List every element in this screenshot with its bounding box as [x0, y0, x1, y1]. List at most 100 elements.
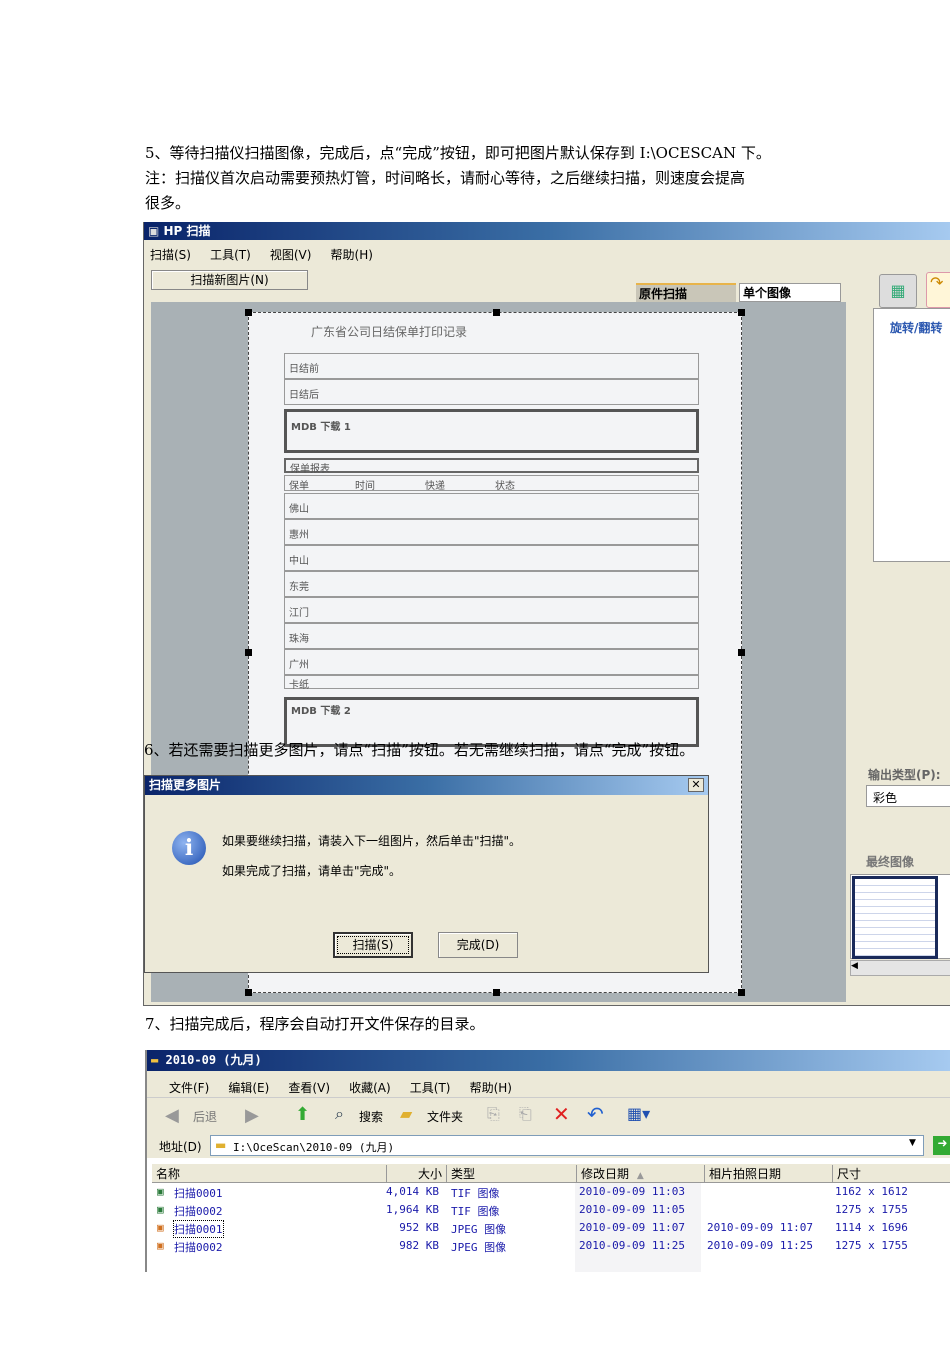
doc-row-label: 日结前 [289, 364, 319, 375]
step5-line3: 很多。 [145, 194, 191, 212]
explorer-menu-bar: 文件(F) 编辑(E) 查看(V) 收藏(A) 工具(T) 帮助(H) [147, 1071, 950, 1098]
crop-handle[interactable] [493, 989, 500, 996]
doc-city: 佛山 [289, 504, 309, 515]
search-icon[interactable]: ⌕ [335, 1104, 344, 1124]
crop-handle[interactable] [738, 989, 745, 996]
adjust-tab-icon[interactable]: ▦ [879, 274, 917, 308]
scanner-app-icon: ▣ [148, 224, 164, 238]
col-name[interactable]: 名称 [152, 1165, 387, 1182]
col-modified-label: 修改日期 [581, 1167, 630, 1181]
crop-handle[interactable] [493, 309, 500, 316]
forward-icon[interactable]: ▶ [245, 1105, 259, 1126]
file-row[interactable]: ▣ 扫描0002 982 KB JPEG 图像 2010-09-09 11:25… [157, 1237, 950, 1255]
go-icon[interactable]: ➜ [933, 1136, 950, 1155]
doc-col: 快递 [425, 481, 445, 492]
crop-handle[interactable] [245, 309, 252, 316]
explorer-title: 2010-09 (九月) [165, 1053, 262, 1067]
jpg-file-icon: ▣ [157, 1239, 164, 1252]
menu-help[interactable]: 帮助(H) [331, 248, 373, 262]
crop-handle[interactable] [245, 649, 252, 656]
folder-icon: ▬ [215, 1138, 227, 1152]
menu-tools[interactable]: 工具(T) [210, 248, 251, 262]
file-name[interactable]: 扫描0001 [173, 1220, 224, 1238]
tab-single-image[interactable]: 单个图像 [739, 283, 841, 302]
file-name[interactable]: 扫描0002 [174, 1239, 223, 1255]
menu-view[interactable]: 查看(V) [288, 1081, 330, 1095]
menu-view[interactable]: 视图(V) [270, 248, 312, 262]
doc-col: 保单 [289, 481, 309, 492]
back-icon[interactable]: ◀ [165, 1105, 179, 1126]
search-button[interactable]: 搜索 [359, 1108, 383, 1125]
close-icon[interactable]: ✕ [688, 778, 704, 792]
back-button[interactable]: 后退 [193, 1108, 217, 1125]
file-name[interactable]: 扫描0001 [174, 1185, 223, 1201]
dialog-title: 扫描更多图片 [149, 778, 222, 792]
file-size: 1,964 KB [386, 1203, 439, 1216]
document-title: 广东省公司日结保单打印记录 [311, 325, 468, 339]
address-dropdown-icon[interactable]: ▼ [909, 1138, 916, 1148]
rotate-tab-icon[interactable]: ↷ [926, 272, 950, 308]
rotate-flip-heading: 旋转/翻转 [890, 321, 943, 335]
delete-icon[interactable]: ✕ [553, 1102, 570, 1126]
file-type: TIF 图像 [451, 1205, 500, 1218]
undo-icon[interactable]: ↶ [587, 1102, 604, 1126]
file-dimensions: 1162 x 1612 [835, 1185, 908, 1198]
file-dimensions: 1114 x 1696 [835, 1221, 908, 1234]
scan-new-picture-button[interactable]: 扫描新图片(N) [151, 270, 308, 290]
output-type-label: 输出类型(P): [868, 768, 941, 782]
doc-col: 时间 [355, 481, 375, 492]
file-modified: 2010-09-09 11:05 [579, 1203, 685, 1216]
file-row[interactable]: ▣ 扫描0001 4,014 KB TIF 图像 2010-09-09 11:0… [157, 1183, 950, 1201]
crop-handle[interactable] [245, 989, 252, 996]
menu-favorites[interactable]: 收藏(A) [349, 1081, 391, 1095]
col-modified[interactable]: 修改日期 ▲ [577, 1165, 705, 1182]
crop-handle[interactable] [738, 649, 745, 656]
file-list-header: 名称 大小 类型 修改日期 ▲ 相片拍照日期 尺寸 [152, 1164, 950, 1183]
col-photo-date[interactable]: 相片拍照日期 [705, 1165, 833, 1182]
views-icon[interactable]: ▦▾ [627, 1104, 650, 1123]
tab-original-scan[interactable]: 原件扫描 [636, 283, 736, 302]
file-type: TIF 图像 [451, 1187, 500, 1200]
file-photo-date: 2010-09-09 11:07 [707, 1221, 813, 1234]
thumbnail-scrollbar[interactable]: ◀ [850, 960, 950, 976]
up-folder-icon[interactable]: ⬆ [295, 1104, 310, 1125]
file-row[interactable]: ▣ 扫描0001 952 KB JPEG 图像 2010-09-09 11:07… [157, 1219, 950, 1238]
file-dimensions: 1275 x 1755 [835, 1203, 908, 1216]
col-dimensions[interactable]: 尺寸 [833, 1165, 950, 1182]
menu-help[interactable]: 帮助(H) [470, 1081, 512, 1095]
doc-row-label: 日结后 [289, 390, 319, 401]
done-button[interactable]: 完成(D) [438, 932, 518, 958]
file-name[interactable]: 扫描0002 [174, 1203, 223, 1219]
title-bar: ▣ HP 扫描 [144, 222, 950, 240]
folder-icon: ▬ [151, 1053, 159, 1067]
file-photo-date: 2010-09-09 11:25 [707, 1239, 813, 1252]
folders-button[interactable]: 文件夹 [427, 1108, 463, 1125]
crop-handle[interactable] [738, 309, 745, 316]
menu-edit[interactable]: 编辑(E) [228, 1081, 269, 1095]
menu-file[interactable]: 文件(F) [169, 1081, 209, 1095]
scan-button[interactable]: 扫描(S) [333, 932, 413, 958]
menu-scan[interactable]: 扫描(S) [150, 248, 191, 262]
doc-city: 东莞 [289, 582, 309, 593]
output-type-select[interactable]: 彩色 [866, 785, 950, 807]
col-type[interactable]: 类型 [447, 1165, 577, 1182]
copy-to-icon[interactable]: ⎗ [519, 1104, 532, 1124]
file-row[interactable]: ▣ 扫描0002 1,964 KB TIF 图像 2010-09-09 11:0… [157, 1201, 950, 1219]
file-size: 982 KB [399, 1239, 439, 1252]
move-to-icon[interactable]: ⎘ [487, 1104, 500, 1124]
doc-row-label: 保单报表 [290, 464, 330, 475]
menu-tools[interactable]: 工具(T) [410, 1081, 451, 1095]
jpg-file-icon: ▣ [157, 1221, 164, 1234]
doc-city: 中山 [289, 556, 309, 567]
col-size[interactable]: 大小 [387, 1165, 447, 1182]
folders-icon[interactable]: ▰ [400, 1104, 412, 1123]
file-size: 4,014 KB [386, 1185, 439, 1198]
dialog-message-1: 如果要继续扫描，请装入下一组图片，然后单击"扫描"。 [222, 834, 522, 848]
scan-more-dialog: 扫描更多图片 ✕ i 如果要继续扫描，请装入下一组图片，然后单击"扫描"。 如果… [144, 775, 709, 973]
tif-file-icon: ▣ [157, 1203, 164, 1216]
scroll-left-icon[interactable]: ◀ [851, 961, 858, 971]
address-input[interactable]: I:\OceScan\2010-09 (九月) [210, 1135, 924, 1156]
final-image-thumbnail[interactable] [852, 876, 938, 959]
file-size: 952 KB [399, 1221, 439, 1234]
menu-bar: 扫描(S) 工具(T) 视图(V) 帮助(H) [150, 244, 387, 263]
